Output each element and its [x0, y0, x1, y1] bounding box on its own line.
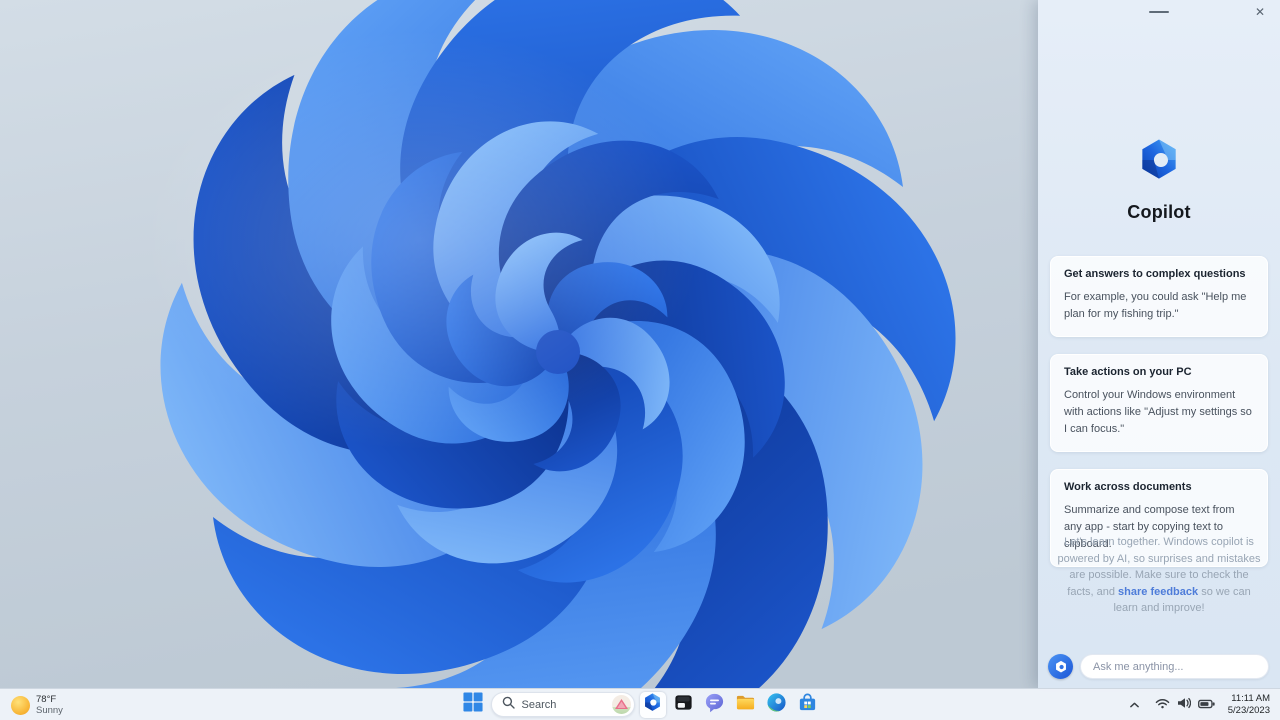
minimize-button[interactable]	[1137, 0, 1181, 24]
card-title: Work across documents	[1064, 481, 1192, 494]
ai-disclaimer: Let's learn together. Windows copilot is…	[1056, 534, 1262, 617]
close-button[interactable]: ✕	[1247, 1, 1273, 23]
chat-input-row	[1048, 654, 1269, 679]
weather-temperature: 78°F	[36, 693, 57, 705]
copilot-logo-icon	[1136, 135, 1183, 185]
taskbar-search[interactable]: Search	[490, 692, 635, 717]
card-complex-questions: Get answers to complex questions For exa…	[1050, 256, 1268, 338]
weather-widget[interactable]: 78°F Sunny	[2, 690, 72, 720]
taskbar-app-file-explorer[interactable]	[733, 692, 759, 718]
sun-icon	[11, 695, 30, 715]
share-feedback-link[interactable]: share feedback	[1118, 586, 1198, 598]
system-tray: 11:11 AM 5/23/2023	[1120, 689, 1277, 720]
start-button[interactable]	[460, 692, 486, 718]
search-icon	[502, 696, 515, 714]
wifi-icon	[1155, 696, 1170, 714]
hidden-icons-button[interactable]	[1127, 694, 1142, 716]
copilot-icon	[642, 692, 663, 718]
close-icon: ✕	[1254, 5, 1266, 19]
battery-icon	[1197, 696, 1215, 714]
terminal-icon	[673, 692, 694, 718]
taskbar-center: Search	[460, 689, 821, 720]
copilot-panel: ✕ Copilot Get answers to complex questio…	[1038, 0, 1280, 688]
search-daily-image-icon	[611, 695, 631, 714]
chat-icon	[704, 692, 725, 718]
card-body: For example, you could ask "Help me plan…	[1064, 291, 1247, 321]
suggestion-cards: Get answers to complex questions For exa…	[1050, 256, 1268, 568]
taskbar-app-edge[interactable]	[764, 692, 790, 718]
ask-input[interactable]	[1080, 654, 1269, 679]
clock-date: 5/23/2023	[1227, 705, 1270, 716]
chevron-up-icon	[1129, 696, 1140, 714]
volume-icon	[1177, 696, 1191, 714]
taskbar: 78°F Sunny Search 11:11 AM 5/23/2023	[0, 688, 1280, 720]
taskbar-app-chat[interactable]	[702, 692, 728, 718]
network-volume-battery-button[interactable]	[1151, 693, 1219, 717]
weather-condition: Sunny	[36, 705, 63, 716]
card-title: Get answers to complex questions	[1064, 268, 1246, 280]
panel-title: Copilot	[1127, 202, 1191, 222]
clock[interactable]: 11:11 AM 5/23/2023	[1228, 693, 1270, 717]
search-label: Search	[521, 698, 557, 711]
clock-time: 11:11 AM	[1231, 693, 1270, 705]
taskbar-app-store[interactable]	[795, 692, 821, 718]
weather-text: 78°F Sunny	[36, 694, 63, 717]
taskbar-app-terminal[interactable]	[671, 692, 697, 718]
folder-icon	[735, 692, 756, 718]
edge-icon	[766, 692, 787, 718]
windows-logo-icon	[462, 692, 483, 717]
copilot-badge-icon	[1048, 654, 1073, 679]
card-body: Control your Windows environment with ac…	[1064, 389, 1252, 436]
taskbar-app-copilot[interactable]	[639, 691, 666, 718]
minimize-icon	[1149, 11, 1169, 13]
desktop: ✕ Copilot Get answers to complex questio…	[0, 0, 1280, 720]
panel-header: ✕	[1038, 0, 1280, 26]
store-icon	[797, 692, 818, 718]
card-take-actions: Take actions on your PC Control your Win…	[1050, 354, 1268, 453]
card-title: Take actions on your PC	[1064, 366, 1192, 379]
